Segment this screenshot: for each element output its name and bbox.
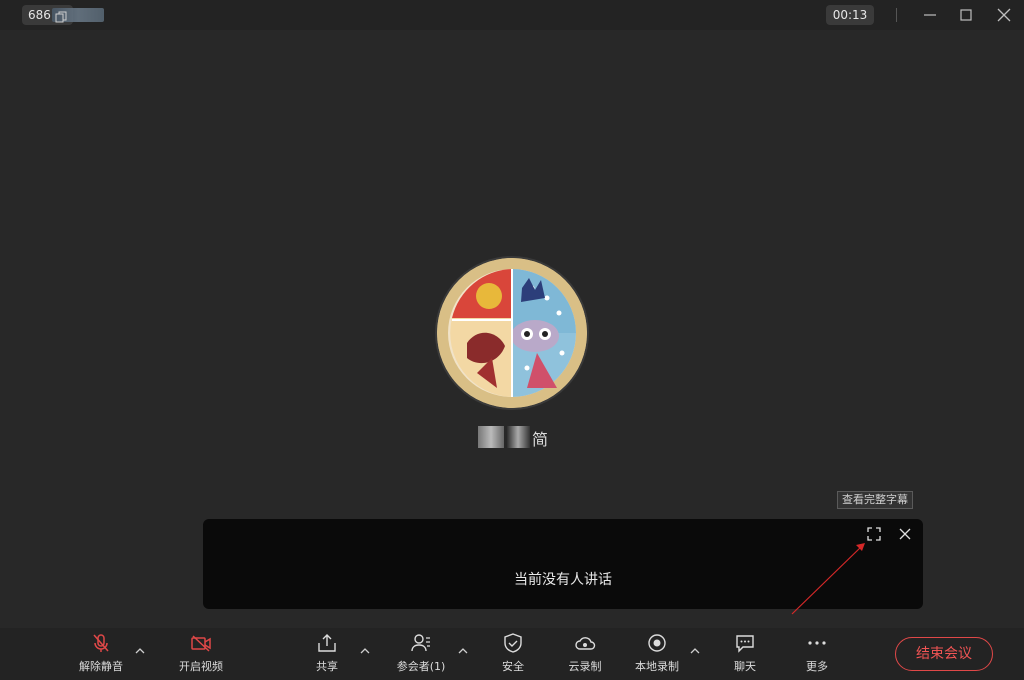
mic-muted-icon <box>90 632 112 654</box>
share-label: 共享 <box>316 660 338 673</box>
participants-icon <box>410 632 432 654</box>
copy-icon[interactable] <box>55 9 67 23</box>
chat-icon <box>734 632 756 654</box>
participants-button[interactable]: 参会者(1) <box>394 632 448 676</box>
chat-label: 聊天 <box>734 660 756 673</box>
audio-options-chevron-icon[interactable] <box>134 646 146 656</box>
cloud-record-button[interactable]: 云录制 <box>565 632 605 676</box>
share-icon <box>316 632 338 654</box>
meeting-id-badge[interactable]: 686 <box>22 5 104 25</box>
caption-panel: 当前没有人讲话 <box>203 519 923 609</box>
minimize-button[interactable] <box>920 5 940 25</box>
share-options-chevron-icon[interactable] <box>359 646 371 656</box>
cloud-record-label: 云录制 <box>568 660 602 673</box>
maximize-button[interactable] <box>956 5 976 25</box>
chat-button[interactable]: 聊天 <box>728 632 762 676</box>
end-meeting-button[interactable]: 结束会议 <box>895 637 993 671</box>
video-off-icon <box>190 632 212 654</box>
local-record-label: 本地录制 <box>635 660 679 673</box>
close-window-button[interactable] <box>994 5 1014 25</box>
caption-status-text: 当前没有人讲话 <box>514 572 612 588</box>
participant-name-visible: 简 <box>532 430 549 449</box>
start-video-button[interactable]: 开启视频 <box>176 632 226 676</box>
more-button[interactable]: 更多 <box>800 632 834 676</box>
unmute-label: 解除静音 <box>79 660 123 673</box>
meeting-timer: 00:13 <box>826 5 874 25</box>
more-dots-icon <box>806 632 828 654</box>
record-icon <box>646 632 668 654</box>
start-video-label: 开启视频 <box>179 660 223 673</box>
participant-avatar <box>437 258 587 408</box>
local-record-button[interactable]: 本地录制 <box>633 632 681 676</box>
unmute-button[interactable]: 解除静音 <box>76 632 126 676</box>
share-button[interactable]: 共享 <box>310 632 344 676</box>
bottom-toolbar: 解除静音 开启视频 共享 参会者(1) 安全 云录制 本地录制 聊天 更多 结束… <box>0 628 1024 680</box>
record-options-chevron-icon[interactable] <box>689 646 701 656</box>
participant-name: 简 <box>476 424 550 450</box>
security-button[interactable]: 安全 <box>496 632 530 676</box>
titlebar-divider <box>896 8 897 22</box>
title-bar: 686 00:13 <box>0 0 1024 30</box>
participants-label: 参会者(1) <box>396 660 446 673</box>
participants-options-chevron-icon[interactable] <box>457 646 469 656</box>
security-label: 安全 <box>502 660 524 673</box>
expand-captions-icon[interactable] <box>866 526 882 542</box>
more-label: 更多 <box>806 660 828 673</box>
meeting-id-text: 686 <box>28 8 51 22</box>
shield-icon <box>502 632 524 654</box>
cloud-record-icon <box>574 632 596 654</box>
close-captions-icon[interactable] <box>897 526 913 542</box>
view-full-captions-button[interactable]: 查看完整字幕 <box>837 491 913 509</box>
